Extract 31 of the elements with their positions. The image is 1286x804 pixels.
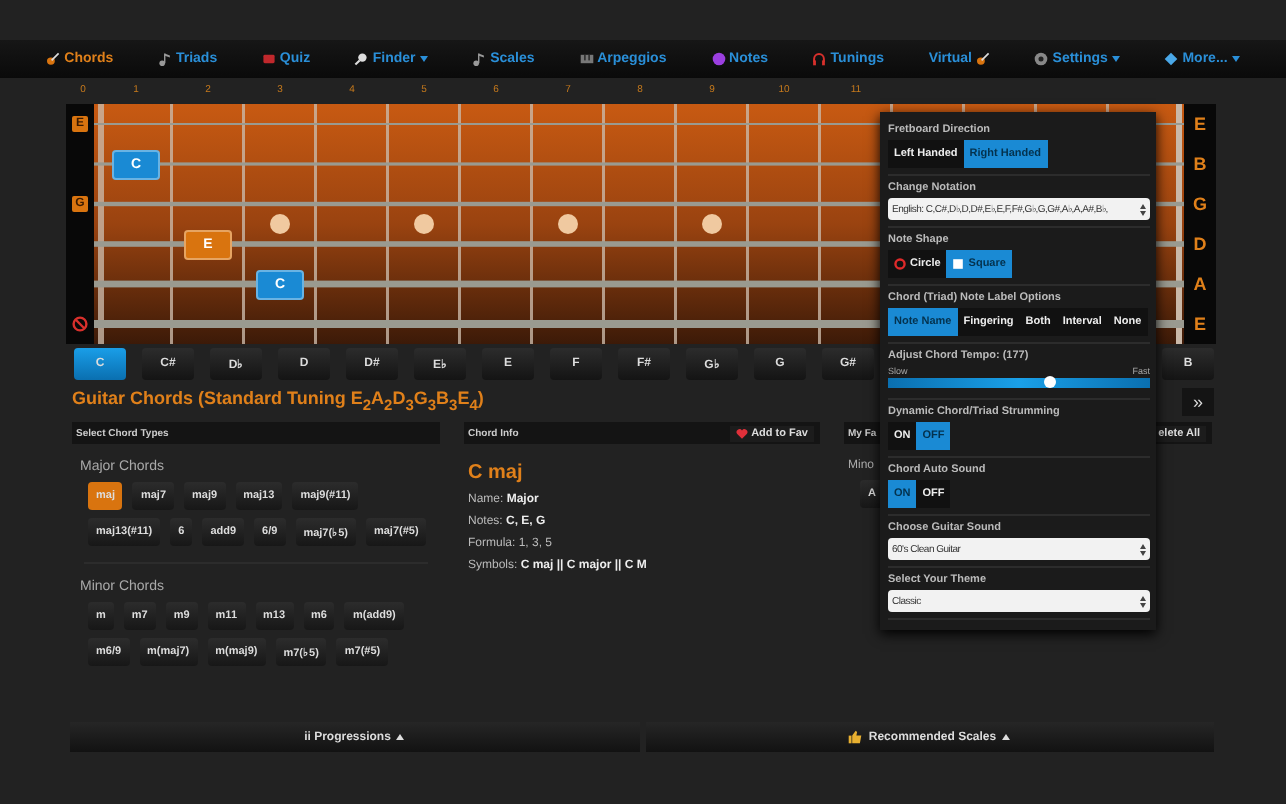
square-icon bbox=[952, 258, 965, 270]
music-note-icon bbox=[472, 52, 487, 66]
slider-thumb[interactable] bbox=[1044, 376, 1057, 388]
circle-icon bbox=[711, 52, 726, 66]
tempo-slider[interactable] bbox=[888, 378, 1150, 388]
caret-icon bbox=[1002, 734, 1011, 740]
string-name: B bbox=[1193, 154, 1207, 174]
piano-icon bbox=[579, 52, 594, 66]
string-name: E bbox=[1193, 314, 1206, 334]
string-name: A bbox=[1193, 274, 1207, 294]
guitar-icon bbox=[46, 52, 61, 66]
diamond-icon bbox=[1164, 52, 1179, 66]
next-button[interactable]: » bbox=[1182, 387, 1214, 415]
string-name: E bbox=[1193, 114, 1206, 134]
gear-icon bbox=[1034, 52, 1049, 66]
search-icon bbox=[354, 52, 369, 66]
guitar-icon bbox=[975, 52, 990, 66]
select-arrows-icon bbox=[1140, 595, 1146, 607]
mute-icon[interactable] bbox=[72, 316, 88, 332]
music-note-icon bbox=[157, 52, 172, 66]
heart-icon bbox=[735, 427, 748, 439]
thumbs-up-icon bbox=[848, 730, 863, 744]
caret-icon bbox=[396, 734, 405, 740]
circle-icon bbox=[894, 258, 906, 270]
select-arrows-icon bbox=[1140, 203, 1146, 215]
chord-name: C maj bbox=[468, 462, 525, 484]
string-name: G bbox=[1192, 194, 1207, 214]
select-arrows-icon bbox=[1140, 543, 1146, 555]
string-name: D bbox=[1193, 234, 1207, 254]
headphones-icon bbox=[812, 52, 827, 66]
page-title: Guitar Chords (Standard Tuning E$_{2}$A$_{2}$D$_{3}$G$_{3}$B$_{3}$E$_{4}$) bbox=[72, 388, 484, 414]
